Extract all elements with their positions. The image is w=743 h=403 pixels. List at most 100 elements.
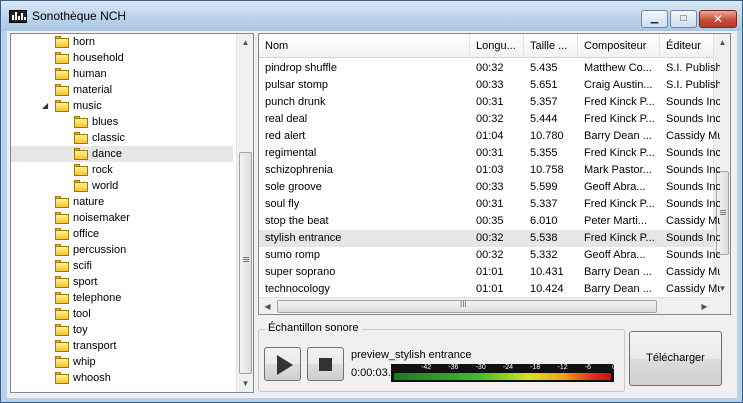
minimize-button[interactable]: ▁ <box>641 10 668 28</box>
meter-tick-label: -12 <box>557 364 568 371</box>
tree-item-label: household <box>73 52 124 64</box>
scroll-down-icon[interactable]: ▼ <box>237 375 253 392</box>
tree-item-dance[interactable]: dance <box>11 146 233 162</box>
meter-bar <box>394 373 611 380</box>
download-button[interactable]: Télécharger <box>629 331 722 386</box>
stop-button[interactable] <box>307 347 344 381</box>
tree-scroll-thumb[interactable] <box>239 152 252 374</box>
column-header[interactable]: Compositeur <box>578 34 660 58</box>
scroll-left-icon[interactable]: ◀ <box>259 298 276 314</box>
tree-item-horn[interactable]: horn <box>11 34 233 50</box>
sound-row[interactable]: soul fly 00:31 5.337 Fred Kinck P... Sounds … <box>259 196 720 213</box>
sound-row[interactable]: technocology 01:01 10.424 Barry Dean ... Cas… <box>259 281 720 298</box>
tree-item-blues[interactable]: blues <box>11 114 233 130</box>
sound-row[interactable]: pulsar stomp 00:33 5.651 Craig Austin... S.I… <box>259 77 720 94</box>
tree-item-label: percussion <box>73 244 127 256</box>
sound-row[interactable]: schizophrenia 01:03 10.758 Mark Pastor... So… <box>259 162 720 179</box>
tree-item-sport[interactable]: sport <box>11 274 233 290</box>
tree-item-toy[interactable]: toy <box>11 322 233 338</box>
tree-item-tool[interactable]: tool <box>11 306 233 322</box>
column-header[interactable]: Nom <box>259 34 470 58</box>
sound-row[interactable]: punch drunk 00:31 5.357 Fred Kinck P... Soun… <box>259 94 720 111</box>
app-window: Sonothèque NCH ▁ □ ✕ ▲ ▼ horn household hu… <box>0 0 743 403</box>
tree-item-world[interactable]: world <box>11 178 233 194</box>
cell-size: 5.357 <box>530 96 558 108</box>
close-button[interactable]: ✕ <box>699 10 737 28</box>
tree-vertical-scrollbar[interactable]: ▲ ▼ <box>236 34 253 392</box>
sound-row[interactable]: stylish entrance 00:32 5.538 Fred Kinck P..… <box>259 230 720 247</box>
column-header[interactable]: Éditeur <box>660 34 720 58</box>
cell-length: 01:01 <box>476 283 504 295</box>
folder-icon <box>55 228 69 240</box>
cell-publisher: Cassidy Mu <box>666 215 720 227</box>
column-header[interactable]: Taille ... <box>524 34 578 58</box>
tree-item-whoosh[interactable]: whoosh <box>11 370 233 386</box>
preview-time: 0:00:03.1 <box>351 367 397 379</box>
tree-item-material[interactable]: material <box>11 82 233 98</box>
cell-size: 10.424 <box>530 283 564 295</box>
cell-publisher: Sounds Inc <box>666 249 720 261</box>
tree-item-office[interactable]: office <box>11 226 233 242</box>
tree-item-noisemaker[interactable]: noisemaker <box>11 210 233 226</box>
cell-size: 5.538 <box>530 232 558 244</box>
tree-item-household[interactable]: household <box>11 50 233 66</box>
list-horizontal-scrollbar[interactable]: ◀ III ▶ <box>259 297 714 314</box>
tree-item-label: transport <box>73 340 117 352</box>
tree-item-classic[interactable]: classic <box>11 130 233 146</box>
cell-composer: Craig Austin... <box>584 79 653 91</box>
maximize-button[interactable]: □ <box>670 10 697 28</box>
tree-item-whip[interactable]: whip <box>11 354 233 370</box>
folder-icon <box>74 180 88 192</box>
cell-publisher: Sounds Inc <box>666 181 720 193</box>
cell-name: punch drunk <box>265 96 326 108</box>
level-meter: -42 -36 -30 -24 -18 -12 -6 0 <box>391 364 616 382</box>
meter-scale: -42 -36 -30 -24 -18 -12 -6 0 <box>391 364 616 372</box>
sound-row[interactable]: super soprano 01:01 10.431 Barry Dean ... Ca… <box>259 264 720 281</box>
scroll-up-icon[interactable]: ▲ <box>237 34 253 51</box>
sound-row[interactable]: real deal 00:32 5.444 Fred Kinck P... Sounds… <box>259 111 720 128</box>
cell-publisher: Sounds Inc <box>666 198 720 210</box>
tree-item-percussion[interactable]: percussion <box>11 242 233 258</box>
scroll-right-icon[interactable]: ▶ <box>696 298 713 314</box>
tree-item-telephone[interactable]: telephone <box>11 290 233 306</box>
tree-item-label: whoosh <box>73 372 111 384</box>
column-header[interactable]: Longu... <box>470 34 524 58</box>
tree-item-music[interactable]: ◢ music <box>11 98 233 114</box>
tree-item-nature[interactable]: nature <box>11 194 233 210</box>
folder-icon <box>55 52 69 64</box>
tree-item-scifi[interactable]: scifi <box>11 258 233 274</box>
tree-item-label: sport <box>73 276 98 288</box>
scroll-corner <box>713 297 730 314</box>
close-icon: ✕ <box>712 12 724 26</box>
cell-composer: Peter Marti... <box>584 215 647 227</box>
sound-row[interactable]: regimental 00:31 5.355 Fred Kinck P... Sound… <box>259 145 720 162</box>
list-hscroll-thumb[interactable]: III <box>277 300 657 313</box>
tree-item-label: human <box>73 68 107 80</box>
sound-row[interactable]: red alert 01:04 10.780 Barry Dean ... Cassid… <box>259 128 720 145</box>
app-waveform-icon <box>9 10 27 23</box>
cell-length: 00:31 <box>476 147 504 159</box>
cell-publisher: Sounds Inc <box>666 164 720 176</box>
play-button[interactable] <box>264 347 301 381</box>
grip-icon <box>720 210 726 215</box>
tree-item-transport[interactable]: transport <box>11 338 233 354</box>
cell-name: real deal <box>265 113 308 125</box>
cell-name: pulsar stomp <box>265 79 328 91</box>
sound-row[interactable]: sole groove 00:33 5.599 Geoff Abra... Sounds… <box>259 179 720 196</box>
cell-size: 6.010 <box>530 215 558 227</box>
title-bar[interactable]: Sonothèque NCH ▁ □ ✕ <box>1 1 742 31</box>
tree-item-human[interactable]: human <box>11 66 233 82</box>
sound-row[interactable]: sumo romp 00:32 5.332 Geoff Abra... Sounds I… <box>259 247 720 264</box>
sound-row[interactable]: pindrop shuffle 00:32 5.435 Matthew Co... S.… <box>259 60 720 77</box>
cell-name: sumo romp <box>265 249 321 261</box>
sound-row[interactable]: stop the beat 00:35 6.010 Peter Marti... Cas… <box>259 213 720 230</box>
tree-item-label: office <box>73 228 100 240</box>
meter-tick-label: -30 <box>475 364 486 371</box>
tree-item-rock[interactable]: rock <box>11 162 233 178</box>
scroll-up-icon[interactable]: ▲ <box>714 34 730 51</box>
cell-name: soul fly <box>265 198 300 210</box>
cell-publisher: Cassidy Mu <box>666 130 720 142</box>
category-tree: ▲ ▼ horn household human material ◢ music blue… <box>10 33 254 393</box>
collapse-arrow-icon[interactable]: ◢ <box>42 98 48 114</box>
cell-length: 00:31 <box>476 96 504 108</box>
